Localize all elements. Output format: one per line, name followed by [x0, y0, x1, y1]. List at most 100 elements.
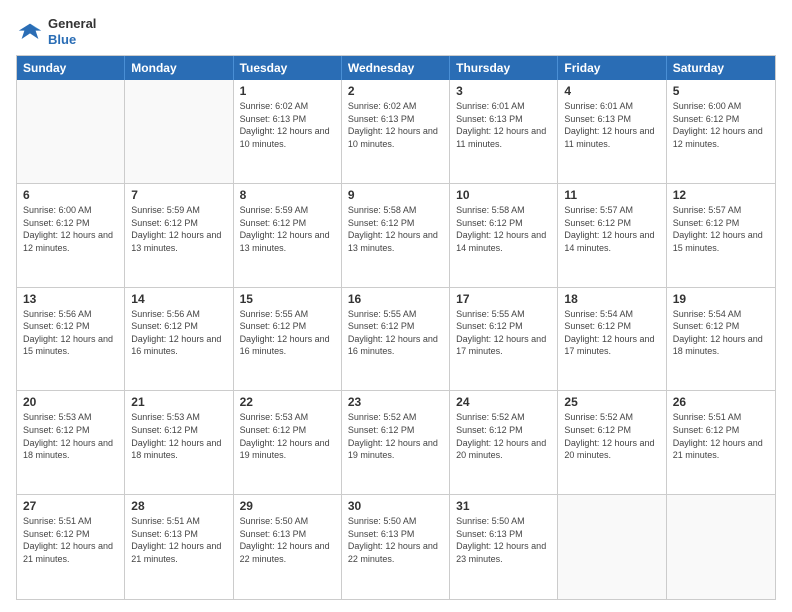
- day-number: 11: [564, 188, 659, 202]
- cell-content: Sunrise: 5:50 AMSunset: 6:13 PMDaylight:…: [456, 515, 551, 565]
- cell-content: Sunrise: 6:01 AMSunset: 6:13 PMDaylight:…: [564, 100, 659, 150]
- cell-content: Sunrise: 5:52 AMSunset: 6:12 PMDaylight:…: [456, 411, 551, 461]
- calendar-cell: 3 Sunrise: 6:01 AMSunset: 6:13 PMDaylight…: [450, 80, 558, 183]
- cell-content: Sunrise: 5:56 AMSunset: 6:12 PMDaylight:…: [131, 308, 226, 358]
- cell-content: Sunrise: 5:51 AMSunset: 6:13 PMDaylight:…: [131, 515, 226, 565]
- day-number: 10: [456, 188, 551, 202]
- calendar-cell: 28 Sunrise: 5:51 AMSunset: 6:13 PMDayligh…: [125, 495, 233, 599]
- cell-content: Sunrise: 5:50 AMSunset: 6:13 PMDaylight:…: [240, 515, 335, 565]
- cell-content: Sunrise: 5:58 AMSunset: 6:12 PMDaylight:…: [348, 204, 443, 254]
- day-number: 19: [673, 292, 769, 306]
- calendar-cell: 6 Sunrise: 6:00 AMSunset: 6:12 PMDaylight…: [17, 184, 125, 287]
- calendar-cell: 31 Sunrise: 5:50 AMSunset: 6:13 PMDayligh…: [450, 495, 558, 599]
- calendar-cell: 13Sunrise: 5:56 AMSunset: 6:12 PMDayligh…: [17, 288, 125, 391]
- cell-content: Sunrise: 5:54 AMSunset: 6:12 PMDaylight:…: [673, 308, 769, 358]
- calendar: SundayMondayTuesdayWednesdayThursdayFrid…: [16, 55, 776, 600]
- calendar-day-name: Saturday: [667, 56, 775, 80]
- calendar-cell: 5Sunrise: 6:00 AMSunset: 6:12 PMDaylight…: [667, 80, 775, 183]
- calendar-day-name: Sunday: [17, 56, 125, 80]
- calendar-cell: 29 Sunrise: 5:50 AMSunset: 6:13 PMDayligh…: [234, 495, 342, 599]
- day-number: 31: [456, 499, 551, 513]
- calendar-cell: 10 Sunrise: 5:58 AMSunset: 6:12 PMDayligh…: [450, 184, 558, 287]
- calendar-header: SundayMondayTuesdayWednesdayThursdayFrid…: [17, 56, 775, 80]
- day-number: 28: [131, 499, 226, 513]
- calendar-cell: 9 Sunrise: 5:58 AMSunset: 6:12 PMDaylight…: [342, 184, 450, 287]
- calendar-cell: 19 Sunrise: 5:54 AMSunset: 6:12 PMDayligh…: [667, 288, 775, 391]
- calendar-cell: 8Sunrise: 5:59 AMSunset: 6:12 PMDaylight…: [234, 184, 342, 287]
- page: General Blue SundayMondayTuesdayWednesda…: [0, 0, 792, 612]
- cell-content: Sunrise: 6:02 AMSunset: 6:13 PMDaylight:…: [348, 100, 443, 150]
- calendar-cell: [667, 495, 775, 599]
- calendar-cell: 26Sunrise: 5:51 AMSunset: 6:12 PMDayligh…: [667, 391, 775, 494]
- header: General Blue: [16, 16, 776, 47]
- day-number: 22: [240, 395, 335, 409]
- calendar-week-row: 13 Sunrise: 5:56 AMSunset: 6:12 PMDayligh…: [17, 288, 775, 392]
- calendar-cell: 1 Sunrise: 6:02 AMSunset: 6:13 PMDaylight…: [234, 80, 342, 183]
- day-number: 24: [456, 395, 551, 409]
- calendar-cell: [125, 80, 233, 183]
- day-number: 3: [456, 84, 551, 98]
- logo: General Blue: [16, 16, 96, 47]
- cell-content: Sunrise: 5:55 AMSunset: 6:12 PMDaylight:…: [456, 308, 551, 358]
- calendar-cell: 22Sunrise: 5:53 AMSunset: 6:12 PMDayligh…: [234, 391, 342, 494]
- calendar-cell: 30 Sunrise: 5:50 AMSunset: 6:13 PMDayligh…: [342, 495, 450, 599]
- cell-content: Sunrise: 5:54 AMSunset: 6:12 PMDaylight:…: [564, 308, 659, 358]
- cell-content: Sunrise: 5:51 AMSunset: 6:12 PMDaylight:…: [23, 515, 118, 565]
- day-number: 29: [240, 499, 335, 513]
- day-number: 4: [564, 84, 659, 98]
- day-number: 12: [673, 188, 769, 202]
- calendar-cell: 23Sunrise: 5:52 AMSunset: 6:12 PMDayligh…: [342, 391, 450, 494]
- cell-content: Sunrise: 5:53 AMSunset: 6:12 PMDaylight:…: [131, 411, 226, 461]
- calendar-cell: 15 Sunrise: 5:55 AMSunset: 6:12 PMDayligh…: [234, 288, 342, 391]
- calendar-week-row: 1 Sunrise: 6:02 AMSunset: 6:13 PMDaylight…: [17, 80, 775, 184]
- calendar-cell: 27Sunrise: 5:51 AMSunset: 6:12 PMDayligh…: [17, 495, 125, 599]
- calendar-week-row: 27Sunrise: 5:51 AMSunset: 6:12 PMDayligh…: [17, 495, 775, 599]
- day-number: 25: [564, 395, 659, 409]
- calendar-week-row: 6 Sunrise: 6:00 AMSunset: 6:12 PMDaylight…: [17, 184, 775, 288]
- cell-content: Sunrise: 6:02 AMSunset: 6:13 PMDaylight:…: [240, 100, 335, 150]
- day-number: 13: [23, 292, 118, 306]
- cell-content: Sunrise: 5:55 AMSunset: 6:12 PMDaylight:…: [348, 308, 443, 358]
- calendar-cell: 21Sunrise: 5:53 AMSunset: 6:12 PMDayligh…: [125, 391, 233, 494]
- cell-content: Sunrise: 5:52 AMSunset: 6:12 PMDaylight:…: [564, 411, 659, 461]
- day-number: 5: [673, 84, 769, 98]
- calendar-cell: 25 Sunrise: 5:52 AMSunset: 6:12 PMDayligh…: [558, 391, 666, 494]
- calendar-day-name: Tuesday: [234, 56, 342, 80]
- calendar-cell: 12Sunrise: 5:57 AMSunset: 6:12 PMDayligh…: [667, 184, 775, 287]
- calendar-day-name: Friday: [558, 56, 666, 80]
- calendar-body: 1 Sunrise: 6:02 AMSunset: 6:13 PMDaylight…: [17, 80, 775, 599]
- day-number: 23: [348, 395, 443, 409]
- cell-content: Sunrise: 5:58 AMSunset: 6:12 PMDaylight:…: [456, 204, 551, 254]
- day-number: 20: [23, 395, 118, 409]
- calendar-day-name: Thursday: [450, 56, 558, 80]
- cell-content: Sunrise: 6:00 AMSunset: 6:12 PMDaylight:…: [23, 204, 118, 254]
- calendar-cell: 24 Sunrise: 5:52 AMSunset: 6:12 PMDayligh…: [450, 391, 558, 494]
- day-number: 9: [348, 188, 443, 202]
- logo-bird-icon: [16, 18, 44, 46]
- cell-content: Sunrise: 5:57 AMSunset: 6:12 PMDaylight:…: [564, 204, 659, 254]
- day-number: 7: [131, 188, 226, 202]
- cell-content: Sunrise: 5:59 AMSunset: 6:12 PMDaylight:…: [131, 204, 226, 254]
- day-number: 6: [23, 188, 118, 202]
- cell-content: Sunrise: 6:01 AMSunset: 6:13 PMDaylight:…: [456, 100, 551, 150]
- calendar-cell: 2 Sunrise: 6:02 AMSunset: 6:13 PMDaylight…: [342, 80, 450, 183]
- calendar-day-name: Wednesday: [342, 56, 450, 80]
- calendar-week-row: 20 Sunrise: 5:53 AMSunset: 6:12 PMDayligh…: [17, 391, 775, 495]
- calendar-cell: [558, 495, 666, 599]
- calendar-cell: 17Sunrise: 5:55 AMSunset: 6:12 PMDayligh…: [450, 288, 558, 391]
- cell-content: Sunrise: 5:50 AMSunset: 6:13 PMDaylight:…: [348, 515, 443, 565]
- cell-content: Sunrise: 5:59 AMSunset: 6:12 PMDaylight:…: [240, 204, 335, 254]
- day-number: 30: [348, 499, 443, 513]
- day-number: 15: [240, 292, 335, 306]
- cell-content: Sunrise: 5:51 AMSunset: 6:12 PMDaylight:…: [673, 411, 769, 461]
- calendar-cell: [17, 80, 125, 183]
- logo-text: General Blue: [48, 16, 96, 47]
- calendar-day-name: Monday: [125, 56, 233, 80]
- day-number: 2: [348, 84, 443, 98]
- cell-content: Sunrise: 5:53 AMSunset: 6:12 PMDaylight:…: [23, 411, 118, 461]
- day-number: 1: [240, 84, 335, 98]
- cell-content: Sunrise: 5:55 AMSunset: 6:12 PMDaylight:…: [240, 308, 335, 358]
- calendar-cell: 7 Sunrise: 5:59 AMSunset: 6:12 PMDaylight…: [125, 184, 233, 287]
- calendar-cell: 20 Sunrise: 5:53 AMSunset: 6:12 PMDayligh…: [17, 391, 125, 494]
- calendar-cell: 4 Sunrise: 6:01 AMSunset: 6:13 PMDaylight…: [558, 80, 666, 183]
